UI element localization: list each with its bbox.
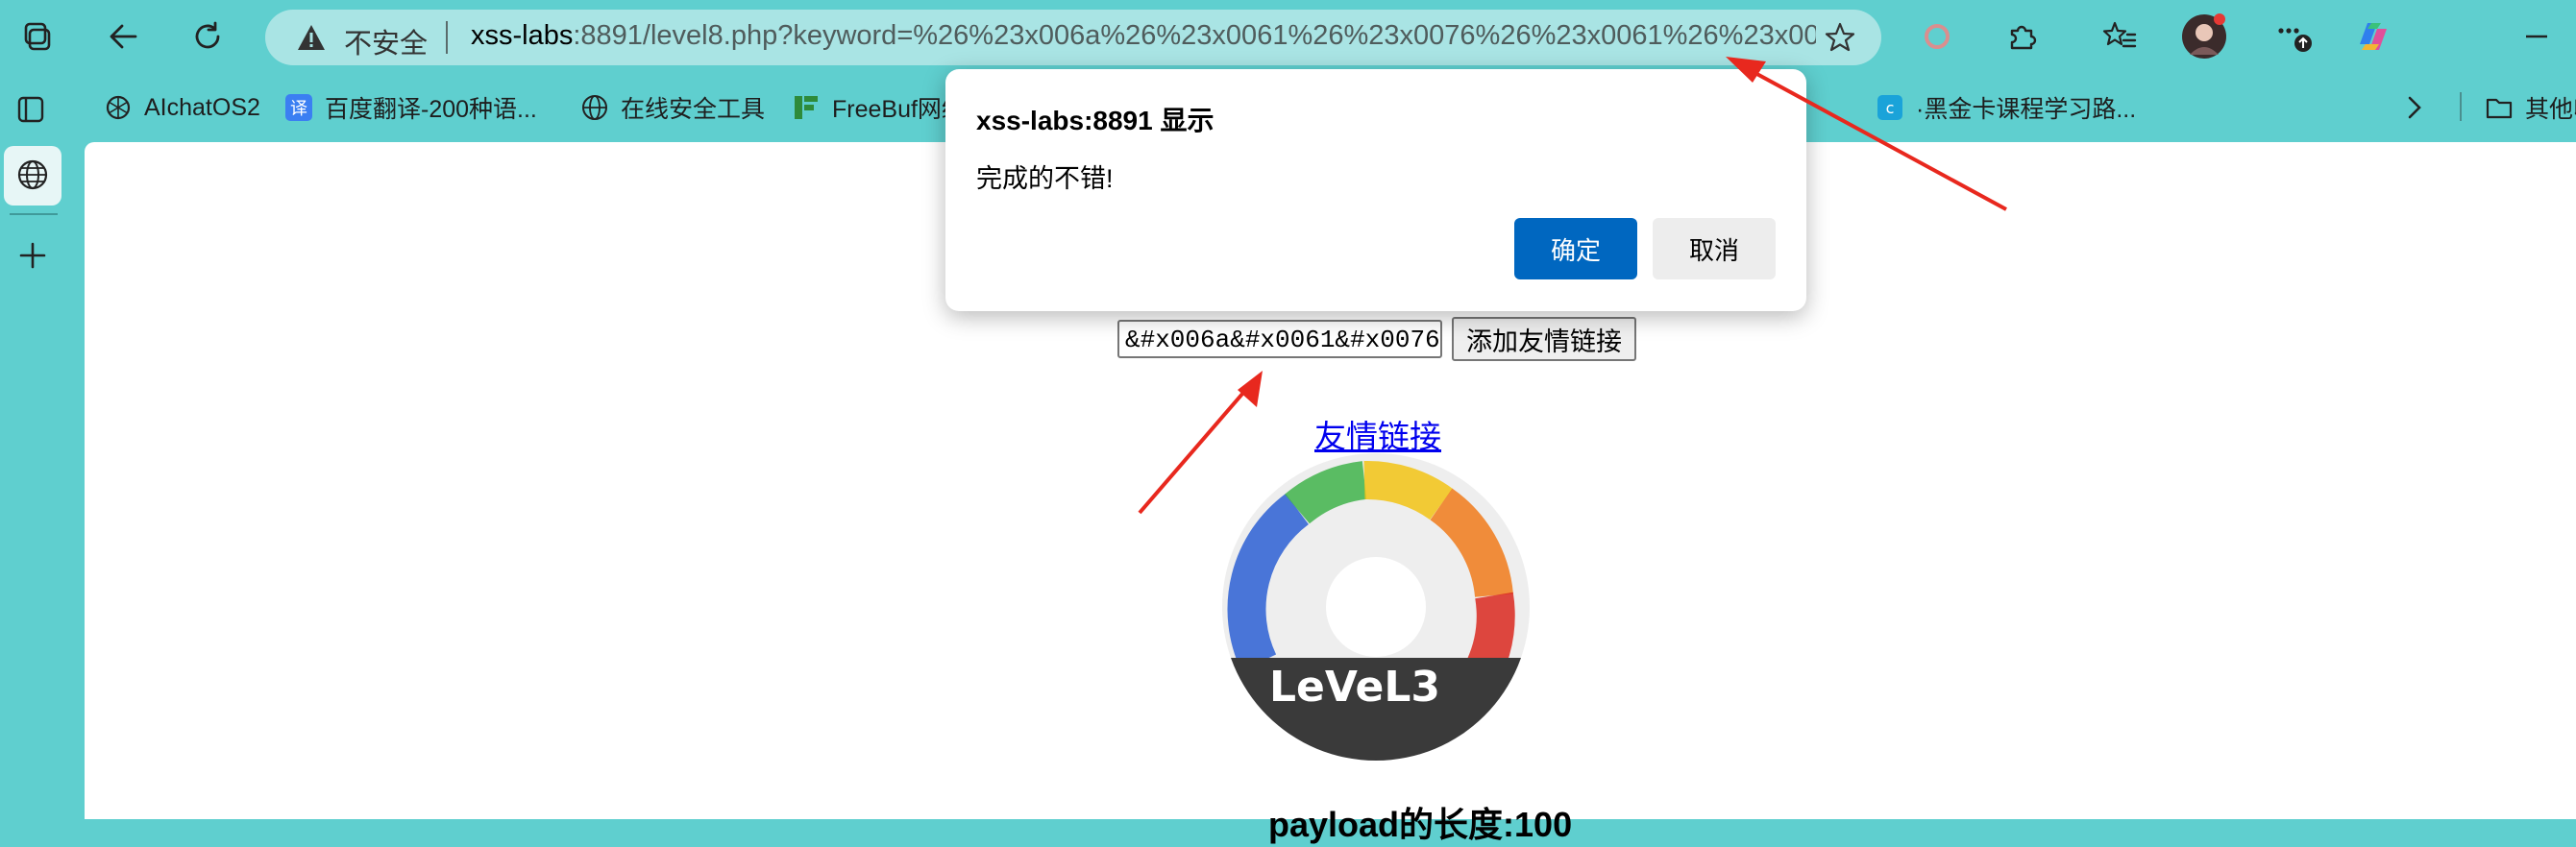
annotation-arrows (1138, 57, 2007, 515)
arrow-to-address-bar (1726, 57, 2007, 211)
arrow-to-input (1138, 371, 1263, 515)
